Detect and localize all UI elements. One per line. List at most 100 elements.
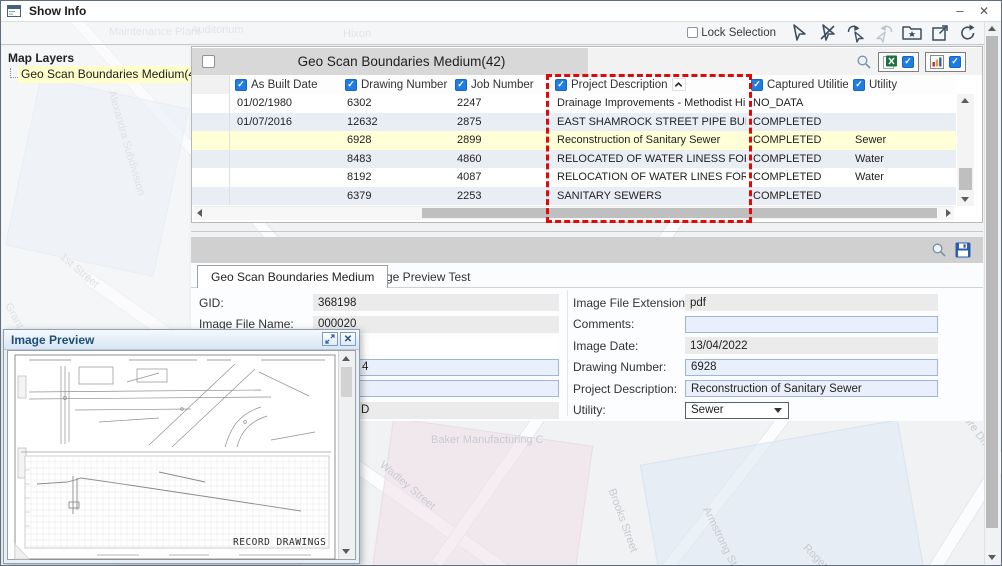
excel-export-icon[interactable] [883,55,897,69]
vscroll-thumb[interactable] [959,168,972,190]
preview-vertical-scrollbar[interactable] [338,351,355,559]
table-row[interactable]: 01/07/2016126322875EAST SHAMROCK STREET … [192,113,956,132]
cell-drawing_number: 12632 [340,113,450,132]
scroll-down-icon[interactable] [961,197,969,202]
column-visibility-checkbox[interactable] [235,79,247,91]
scroll-down-icon[interactable] [342,549,350,554]
column-header-as_built_date[interactable]: As Built Date [230,75,340,94]
row-selector-cell[interactable] [192,131,230,150]
cell-project_description: Drainage Improvements - Methodist Hill .… [550,94,746,113]
scroll-up-icon[interactable] [988,26,996,31]
sort-ascending-icon[interactable] [672,78,686,91]
scroll-up-icon[interactable] [342,356,350,361]
close-preview-icon[interactable]: ✕ [340,332,356,346]
previous-selection-icon[interactable] [845,22,867,44]
lock-selection-control[interactable]: Lock Selection [687,27,776,39]
column-header-label: Utility [869,79,897,91]
image-preview-window: Image Preview ✕ [3,329,360,564]
column-visibility-checkbox[interactable] [751,79,763,91]
table-row[interactable]: 63792253SANITARY SEWERSCOMPLETED [192,187,956,206]
table-row[interactable]: 01/02/198063022247Drainage Improvements … [192,94,956,113]
column-header-project_description[interactable]: Project Description [550,75,746,94]
field-label: Project Description: [573,382,685,396]
cell-drawing_number: 6928 [340,131,450,150]
deselect-arrow-icon[interactable] [817,22,839,44]
close-button[interactable]: ✕ [975,2,993,19]
lock-selection-label: Lock Selection [701,27,776,39]
minimize-button[interactable]: – [951,2,969,19]
cell-utility: Water [848,150,956,169]
column-visibility-checkbox[interactable] [555,79,567,91]
image-preview-titlebar[interactable]: Image Preview ✕ [4,330,359,350]
table-title-tools [588,48,982,75]
cell-as_built_date [230,187,340,206]
row-selector-cell[interactable] [192,187,230,206]
cell-project_description: RELOCATION OF WATER LINES FOR C... [550,168,746,187]
row-selector-cell[interactable] [192,150,230,169]
column-visibility-checkbox[interactable] [853,79,865,91]
preview-vscroll-thumb[interactable] [341,367,352,397]
map-parcel [640,419,924,565]
scroll-left-icon[interactable] [197,209,202,217]
cell-drawing_number: 8483 [340,150,450,169]
image-preview-title: Image Preview [11,333,94,347]
results-table-panel: Geo Scan Boundaries Medium(42) [191,46,983,223]
select-all-checkbox[interactable] [202,55,215,68]
open-external-icon[interactable] [929,22,951,44]
table-horizontal-scrollbar[interactable] [194,206,954,220]
chart-export-icon[interactable] [930,55,944,69]
table-row[interactable]: 84834860RELOCATED OF WATER LINESS FOR C.… [192,150,956,169]
select-arrow-icon[interactable] [789,22,811,44]
restore-window-icon[interactable] [322,332,338,346]
cell-job_number: 4087 [450,168,550,187]
folder-star-icon[interactable] [901,22,923,44]
column-visibility-checkbox[interactable] [455,79,467,91]
cell-job_number: 4860 [450,150,550,169]
cell-job_number: 2253 [450,187,550,206]
column-header-captured_utilities[interactable]: Captured Utilities [746,75,848,94]
field-project-description-input[interactable]: Reconstruction of Sanitary Sewer [685,380,938,397]
table-titlebar: Geo Scan Boundaries Medium(42) [192,48,982,75]
row-selector-cell[interactable] [192,113,230,132]
cell-captured_utilities: COMPLETED [746,187,848,206]
map-street-label: Baker Manufacturing C [431,434,544,446]
field-comments-input[interactable] [685,316,938,333]
column-visibility-checkbox[interactable] [345,79,357,91]
cell-utility: Water [848,168,956,187]
chart-export-checkbox[interactable] [949,56,961,68]
table-row[interactable]: 81924087RELOCATION OF WATER LINES FOR C.… [192,168,956,187]
field-label: Comments: [573,317,685,331]
cell-as_built_date [230,168,340,187]
column-header-drawing_number[interactable]: Drawing Number [340,75,450,94]
field-utility-select[interactable]: Sewer [685,402,789,419]
row-selector-cell[interactable] [192,94,230,113]
cell-drawing_number: 8192 [340,168,450,187]
lock-selection-checkbox[interactable] [687,27,698,38]
scroll-down-icon[interactable] [988,555,996,560]
tab-geo-scan-boundaries-medium[interactable]: Geo Scan Boundaries Medium [197,265,388,288]
table-vertical-scrollbar[interactable] [957,94,974,206]
cell-project_description: RELOCATED OF WATER LINESS FOR C... [550,150,746,169]
excel-export-group [878,52,919,72]
save-icon[interactable] [955,242,971,258]
refresh-icon[interactable] [957,22,979,44]
table-row[interactable]: 69282899Reconstruction of Sanitary Sewer… [192,131,956,150]
excel-export-checkbox[interactable] [902,56,914,68]
next-selection-disabled-icon [873,22,895,44]
cell-as_built_date [230,131,340,150]
cell-job_number: 2875 [450,113,550,132]
detail-tabs: Geo Scan Boundaries MediumImage Preview … [191,263,983,288]
row-selector-cell[interactable] [192,168,230,187]
column-header-utility[interactable]: Utility [848,75,956,94]
window-vscroll-thumb[interactable] [986,36,998,528]
scroll-up-icon[interactable] [961,98,969,103]
hscroll-thumb[interactable] [422,208,937,218]
window-vertical-scrollbar[interactable] [984,22,1000,564]
field-drawing-number-input[interactable]: 6928 [685,359,938,376]
layer-item-geo-scan-boundaries[interactable]: Geo Scan Boundaries Medium(42) [18,66,210,83]
scroll-right-icon[interactable] [946,209,951,217]
search-icon[interactable] [856,54,872,70]
field-value: 4 [362,361,368,373]
search-icon[interactable] [931,242,947,258]
column-header-job_number[interactable]: Job Number [450,75,550,94]
